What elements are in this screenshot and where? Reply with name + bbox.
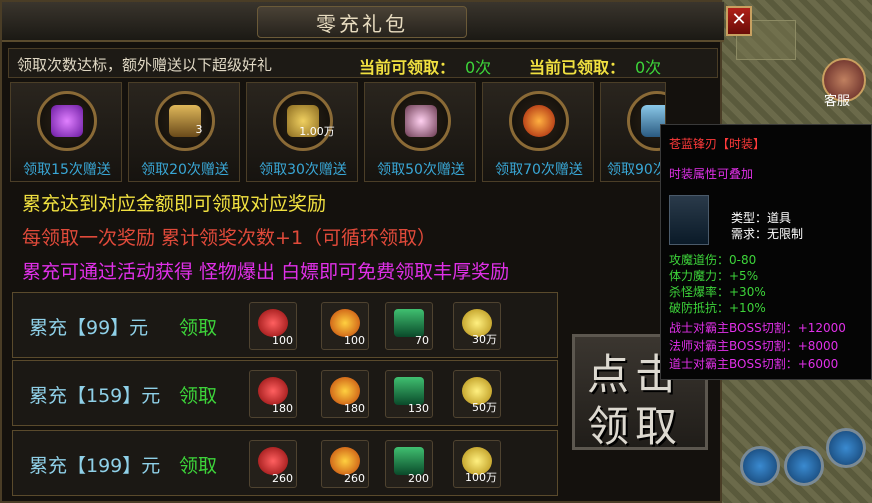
reward-row: 累充【99】元 领取 100 100 70 30万 bbox=[12, 292, 558, 358]
sound-button-icon[interactable] bbox=[826, 428, 866, 468]
skill-button-icon[interactable] bbox=[784, 446, 824, 486]
reward-item[interactable]: 180 bbox=[321, 370, 369, 418]
green-armor-icon bbox=[394, 309, 424, 337]
reward-item[interactable]: 130 bbox=[385, 370, 433, 418]
reward-row: 累充【159】元 领取 180 180 130 50万 bbox=[12, 360, 558, 426]
reward-item[interactable]: 180 bbox=[249, 370, 297, 418]
bonus-slot[interactable]: 领取90次赠送 bbox=[600, 82, 666, 182]
item-count: 130 bbox=[408, 402, 429, 415]
claimed-value: 0次 bbox=[635, 58, 662, 77]
tooltip-stat: 杀怪爆率：+30% bbox=[669, 285, 766, 299]
item-count: 50万 bbox=[472, 401, 497, 414]
item-count: 180 bbox=[344, 402, 365, 415]
customer-service-label: 客服 bbox=[824, 94, 851, 109]
reward-label: 累充【159】元 bbox=[29, 385, 161, 407]
notice-text: 累充可通过活动获得 怪物爆出 白嫖即可免费领取丰厚奖励 bbox=[22, 261, 510, 283]
tooltip-note: 时装属性可叠加 bbox=[669, 167, 754, 181]
bonus-slot[interactable]: 领取15次赠送 bbox=[10, 82, 122, 182]
bonus-slot[interactable]: 3 领取20次赠送 bbox=[128, 82, 240, 182]
tooltip-item-name: 苍蓝锋刃【时装】 bbox=[669, 137, 766, 151]
reward-label: 累充【99】元 bbox=[29, 317, 149, 339]
reward-item[interactable]: 200 bbox=[385, 440, 433, 488]
can-claim-value: 0次 bbox=[465, 58, 492, 77]
item-tooltip: 苍蓝锋刃【时装】 时装属性可叠加 类型：道具 需求：无限制 攻魔道伤：0-80 … bbox=[660, 124, 872, 380]
bonus-label: 领取70次赠送 bbox=[495, 162, 583, 178]
reward-label: 累充【199】元 bbox=[29, 455, 161, 477]
reward-item[interactable]: 70 bbox=[385, 302, 433, 350]
bonus-slot[interactable]: 领取50次赠送 bbox=[364, 82, 476, 182]
reward-item[interactable]: 260 bbox=[249, 440, 297, 488]
bonus-label: 领取20次赠送 bbox=[141, 162, 229, 178]
notice-text: 每领取一次奖励 累计领奖次数+1（可循环领取） bbox=[22, 227, 437, 249]
reward-row: 累充【199】元 领取 260 260 200 100万 bbox=[12, 430, 558, 496]
bonus-items-row: 领取15次赠送 3 领取20次赠送 1.00万 领取30次赠送 领取50次赠送 … bbox=[10, 82, 716, 182]
reward-item[interactable]: 100 bbox=[249, 302, 297, 350]
item-count: 70 bbox=[415, 334, 429, 347]
item-count: 260 bbox=[272, 472, 293, 485]
claim-button[interactable]: 领取 bbox=[179, 451, 217, 478]
claimed-label: 当前已领取： bbox=[529, 58, 626, 77]
reward-item[interactable]: 100 bbox=[321, 302, 369, 350]
bonus-label: 领取50次赠送 bbox=[377, 162, 465, 178]
claim-button[interactable]: 领取 bbox=[179, 381, 217, 408]
notice-line: 每领取一次奖励 累计领奖次数+1（可循环领取） bbox=[12, 222, 712, 256]
tooltip-stat: 体力魔力：+5% bbox=[669, 269, 759, 283]
tooltip-req: 需求：无限制 bbox=[731, 227, 804, 241]
item-count: 180 bbox=[272, 402, 293, 415]
tooltip-type: 类型：道具 bbox=[731, 211, 792, 225]
tooltip-item-icon bbox=[669, 195, 709, 245]
reward-item[interactable]: 30万 bbox=[453, 302, 501, 350]
item-count: 260 bbox=[344, 472, 365, 485]
item-count: 30万 bbox=[472, 333, 497, 346]
bonus-count: 1.00万 bbox=[299, 125, 335, 138]
claim-count-bar: 领取次数达标，额外赠送以下超级好礼 当前可领取： 0次 当前已领取： 0次 bbox=[8, 48, 718, 78]
item-count: 100万 bbox=[465, 471, 497, 484]
recharge-gift-dialog: 零充礼包 领取次数达标，额外赠送以下超级好礼 当前可领取： 0次 当前已领取： … bbox=[0, 0, 724, 503]
tooltip-boss-stat: 战士对霸主BOSS切割：+12000 bbox=[669, 321, 846, 335]
bonus-label: 领取30次赠送 bbox=[259, 162, 347, 178]
notice-line: 累充达到对应金额即可领取对应奖励 bbox=[12, 188, 712, 222]
green-armor-icon bbox=[394, 447, 424, 475]
close-button[interactable]: ✕ bbox=[726, 6, 752, 36]
flower-gem-icon bbox=[405, 105, 437, 137]
red-orb-icon bbox=[258, 377, 288, 405]
dialog-title: 零充礼包 bbox=[316, 12, 408, 36]
item-count: 100 bbox=[272, 334, 293, 347]
bonus-label: 领取90次赠送 bbox=[607, 162, 666, 178]
bonus-count: 3 bbox=[195, 123, 203, 136]
fire-orb-icon bbox=[330, 447, 360, 475]
reward-item[interactable]: 50万 bbox=[453, 370, 501, 418]
item-count: 100 bbox=[344, 334, 365, 347]
notice-text: 累充达到对应金额即可领取对应奖励 bbox=[22, 193, 327, 215]
bonus-label: 领取15次赠送 bbox=[23, 162, 111, 178]
fire-orb-icon bbox=[523, 105, 555, 137]
tooltip-boss-stat: 法师对霸主BOSS切割：+8000 bbox=[669, 339, 839, 353]
bag-button-icon[interactable] bbox=[740, 446, 780, 486]
tooltip-stat: 攻魔道伤：0-80 bbox=[669, 253, 757, 267]
item-count: 200 bbox=[408, 472, 429, 485]
big-button-line2: 领取 bbox=[587, 402, 684, 451]
purple-orb-icon bbox=[51, 105, 83, 137]
can-claim-label: 当前可领取： bbox=[359, 58, 456, 77]
red-orb-icon bbox=[258, 309, 288, 337]
dialog-title-bar: 零充礼包 bbox=[2, 2, 724, 42]
reward-item[interactable]: 260 bbox=[321, 440, 369, 488]
green-armor-icon bbox=[394, 377, 424, 405]
tooltip-stat: 破防抵抗：+10% bbox=[669, 301, 766, 315]
notice-line: 累充可通过活动获得 怪物爆出 白嫖即可免费领取丰厚奖励 bbox=[12, 256, 712, 290]
fire-orb-icon bbox=[330, 377, 360, 405]
fire-orb-icon bbox=[330, 309, 360, 337]
claim-count-text: 领取次数达标，额外赠送以下超级好礼 bbox=[17, 56, 273, 74]
reward-item[interactable]: 100万 bbox=[453, 440, 501, 488]
red-orb-icon bbox=[258, 447, 288, 475]
claim-button[interactable]: 领取 bbox=[179, 313, 217, 340]
bonus-slot[interactable]: 1.00万 领取30次赠送 bbox=[246, 82, 358, 182]
bonus-slot[interactable]: 领取70次赠送 bbox=[482, 82, 594, 182]
tooltip-boss-stat: 道士对霸主BOSS切割：+6000 bbox=[669, 357, 839, 371]
